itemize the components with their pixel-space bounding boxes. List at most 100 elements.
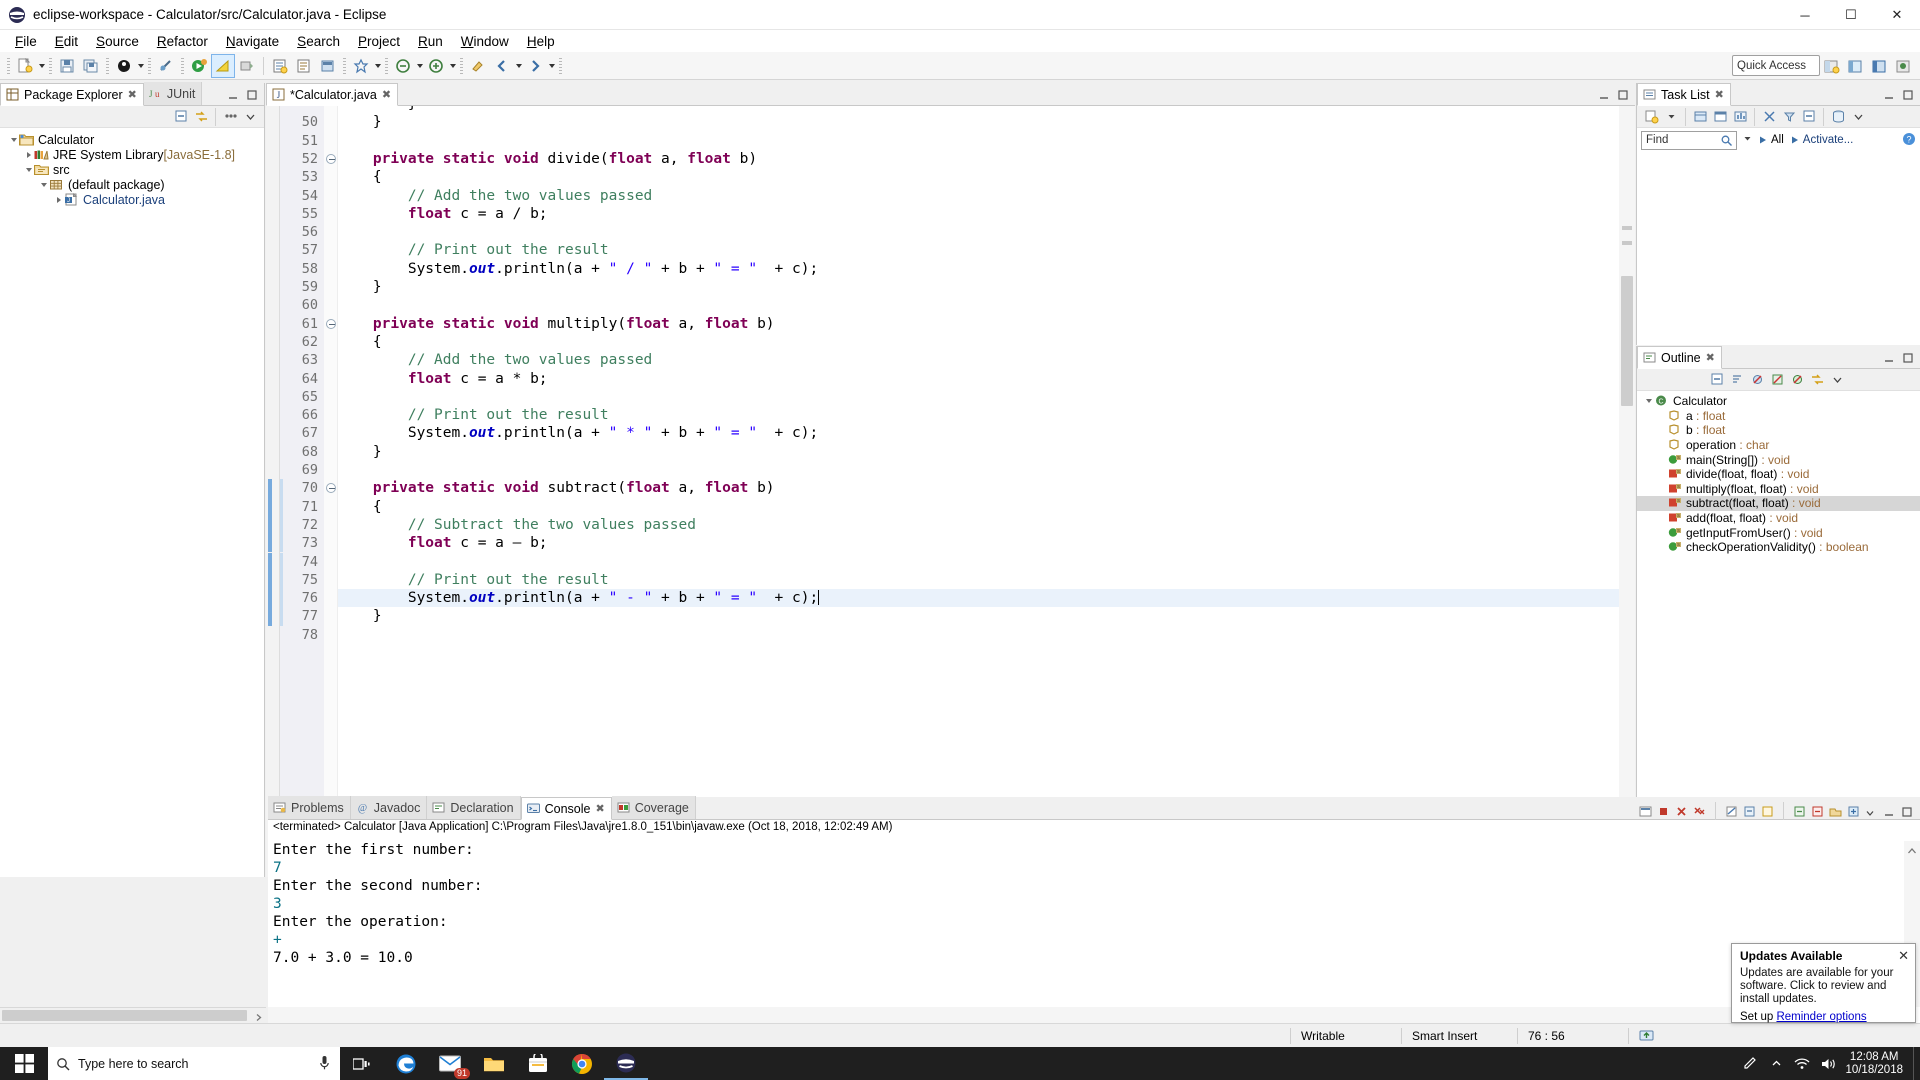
start-button[interactable]	[0, 1047, 48, 1080]
console-view-chevron-icon[interactable]	[1865, 805, 1878, 818]
console-scroll-lock-icon[interactable]	[1743, 805, 1756, 818]
save-button[interactable]	[56, 55, 78, 77]
code-line[interactable]: }	[338, 113, 382, 131]
code-line[interactable]: }	[338, 106, 417, 113]
run-last-button[interactable]	[211, 53, 235, 78]
new-class-button[interactable]	[293, 55, 315, 77]
search-button[interactable]	[350, 55, 372, 77]
debug-dropdown-arrow[interactable]	[136, 55, 145, 77]
code-line[interactable]: // Print out the result	[338, 406, 609, 424]
network-icon[interactable]	[1789, 1047, 1815, 1080]
forward-button[interactable]	[524, 55, 546, 77]
debug-button[interactable]	[113, 55, 135, 77]
task-list-content[interactable]	[1637, 176, 1920, 345]
volume-icon[interactable]	[1815, 1047, 1841, 1080]
task-help-icon[interactable]: ?	[1902, 132, 1916, 149]
editor-tab-calculator[interactable]: J *Calculator.java ✖	[266, 83, 399, 106]
console-show-when-output-icon[interactable]	[1793, 805, 1806, 818]
console-clear-icon[interactable]	[1725, 805, 1738, 818]
pkg-hscroll-thumb[interactable]	[2, 1010, 247, 1021]
eclipse-icon[interactable]	[604, 1047, 648, 1080]
tab-junit[interactable]: Ju JUnit	[143, 82, 203, 105]
outline-item-operation-char[interactable]: operation : char	[1637, 438, 1920, 453]
new-java-project-button[interactable]	[269, 55, 291, 77]
code-line[interactable]: // Print out the result	[338, 241, 609, 259]
fold-collapse-icon[interactable]	[326, 483, 336, 494]
collapse-all-tasks-icon[interactable]	[1800, 108, 1818, 126]
show-desktop-button[interactable]	[1913, 1047, 1920, 1080]
tab-declaration[interactable]: Declaration	[427, 796, 521, 819]
code-line[interactable]: System.out.println(a + " * " + b + " = "…	[338, 424, 818, 442]
console-show-error-icon[interactable]	[1811, 805, 1824, 818]
quick-access-input[interactable]: Quick Access	[1732, 55, 1820, 76]
run-button[interactable]	[188, 55, 210, 77]
outline-item-b-float[interactable]: b : float	[1637, 423, 1920, 438]
console-remove-all-icon[interactable]	[1693, 805, 1706, 818]
minimize-task-list-icon[interactable]	[1883, 88, 1896, 101]
minimize-button[interactable]: ─	[1782, 0, 1828, 30]
task-repository-icon[interactable]	[1829, 108, 1847, 126]
outline-item-subtract-float-float-void[interactable]: Ssubtract(float, float) : void	[1637, 496, 1920, 511]
maximize-button[interactable]: ☐	[1828, 0, 1874, 30]
collapse-all-outline-icon[interactable]	[1708, 371, 1726, 389]
code-line[interactable]: {	[338, 498, 382, 516]
edge-icon[interactable]	[384, 1047, 428, 1080]
pen-icon[interactable]	[1737, 1047, 1763, 1080]
new-button[interactable]	[14, 55, 36, 77]
categorize-icon[interactable]	[1691, 108, 1709, 126]
schedule-icon[interactable]	[1711, 108, 1729, 126]
updates-notification[interactable]: Updates Available ✕ Updates are availabl…	[1731, 943, 1916, 1023]
perspective-java-button[interactable]	[1868, 55, 1890, 77]
link-with-editor-icon[interactable]	[192, 108, 210, 126]
editor-code-area[interactable]: } } private static void divide(float a, …	[338, 106, 1619, 861]
chevron-down-icon[interactable]	[1643, 396, 1654, 407]
tab-package-explorer[interactable]: Package Explorer ✖	[0, 83, 144, 106]
tree-item-default-package[interactable]: (default package)	[0, 177, 264, 192]
mail-icon[interactable]: 91	[428, 1047, 472, 1080]
editor-folding-ruler[interactable]	[324, 106, 338, 877]
outline-view-menu-icon[interactable]	[1828, 371, 1846, 389]
skip-breakpoints-button[interactable]	[155, 55, 177, 77]
new-task-icon[interactable]	[1642, 108, 1660, 126]
maximize-pkg-icon[interactable]	[246, 88, 259, 101]
editor-vertical-scrollbar[interactable]	[1619, 106, 1635, 861]
editor-body[interactable]: 50 51 52 53 54 55 56 57 58 59 60 61 62 63 64 65 66 67 68 69…	[266, 106, 1635, 877]
previous-annotation-arrow[interactable]	[415, 55, 424, 77]
reminder-options-link[interactable]: Reminder options	[1776, 1011, 1866, 1023]
chevron-right-icon[interactable]	[53, 194, 64, 205]
view-menu-icon[interactable]	[221, 108, 239, 126]
code-line[interactable]: private static void subtract(float a, fl…	[338, 479, 775, 497]
minimize-pkg-icon[interactable]	[227, 88, 240, 101]
tree-item-calculator-java[interactable]: J Calculator.java	[0, 192, 264, 207]
save-all-button[interactable]	[80, 55, 102, 77]
chevron-down-icon[interactable]	[8, 134, 19, 145]
console-pin-icon[interactable]	[1761, 805, 1774, 818]
console-open-icon[interactable]	[1829, 805, 1842, 818]
show-hidden-icons-chevron-icon[interactable]	[1763, 1047, 1789, 1080]
task-find-chevron-icon[interactable]	[1743, 134, 1752, 146]
search-dropdown-arrow[interactable]	[373, 55, 382, 77]
search-icon[interactable]	[1720, 134, 1733, 150]
perspective-java-ee-button[interactable]	[1844, 55, 1866, 77]
new-dropdown-arrow[interactable]	[37, 55, 46, 77]
code-line[interactable]: float c = a / b;	[338, 205, 548, 223]
menu-run[interactable]: Run	[409, 32, 452, 51]
link-outline-icon[interactable]	[1808, 371, 1826, 389]
menu-refactor[interactable]: Refactor	[148, 32, 217, 51]
code-line[interactable]: private static void divide(float a, floa…	[338, 150, 757, 168]
code-line[interactable]: // Print out the result	[338, 571, 609, 589]
code-line[interactable]: float c = a * b;	[338, 370, 548, 388]
back-dropdown-arrow[interactable]	[514, 55, 523, 77]
code-line[interactable]: System.out.println(a + " - " + b + " = "…	[338, 589, 820, 607]
console-output[interactable]: Enter the first number: 7 Enter the second…	[268, 841, 1904, 1007]
console-display-selected-icon[interactable]	[1639, 805, 1652, 818]
tab-outline[interactable]: Outline ✖	[1637, 346, 1722, 369]
chevron-right-icon[interactable]	[23, 149, 34, 160]
maximize-task-list-icon[interactable]	[1902, 88, 1915, 101]
code-line[interactable]: // Add the two values passed	[338, 351, 652, 369]
task-activate-button[interactable]: Activate...	[1790, 134, 1853, 146]
pkg-hscroll-right-arrow[interactable]	[253, 1010, 264, 1021]
last-edit-location-button[interactable]	[467, 55, 489, 77]
task-find-input[interactable]: Find	[1641, 130, 1737, 150]
tab-close-icon[interactable]: ✖	[595, 802, 604, 815]
